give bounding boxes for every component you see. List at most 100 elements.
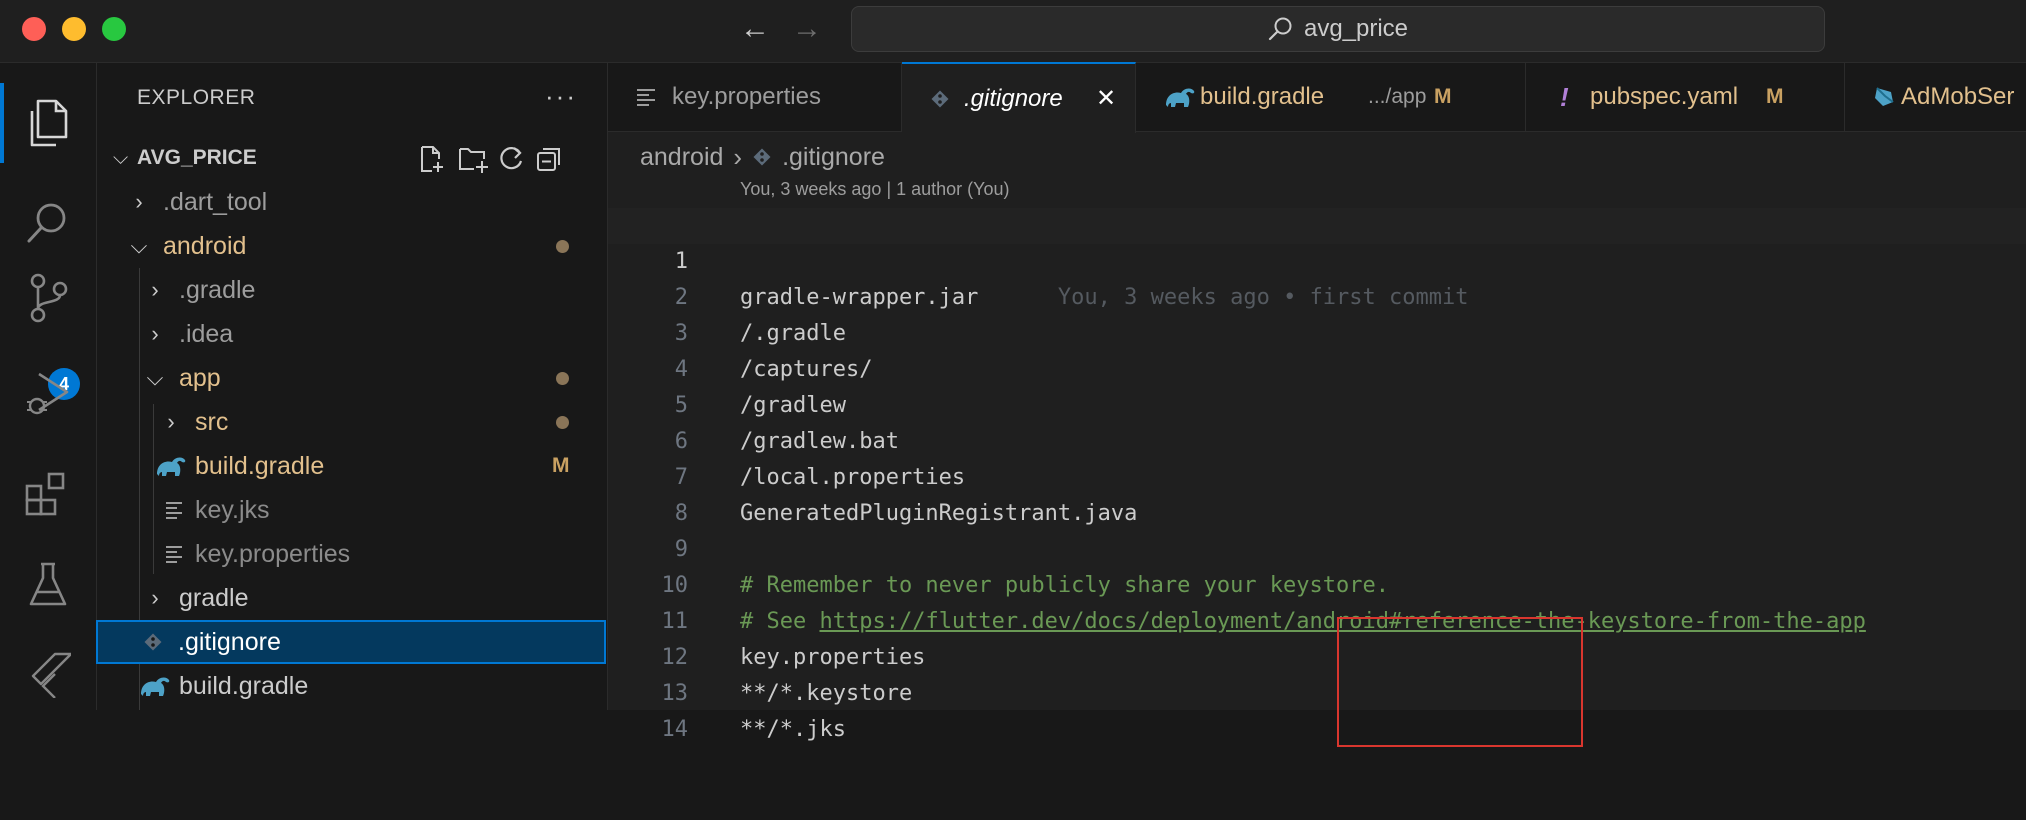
tab-admob-service[interactable]: AdMobSer — [1845, 63, 2026, 131]
search-text: avg_price — [1303, 15, 1409, 42]
tree-item-app[interactable]: ⌵ app — [97, 356, 607, 400]
code-line: 14 — [608, 676, 2026, 742]
source-control-activity[interactable] — [18, 268, 78, 328]
text-file-icon — [166, 546, 182, 563]
new-folder-button[interactable] — [457, 144, 489, 174]
chevron-right-icon: › — [733, 141, 743, 172]
code-line: 6 /local.properties — [608, 388, 2026, 490]
tree-item-label: app — [179, 363, 221, 392]
line-text: **/*.jks — [740, 717, 846, 742]
run-debug-activity[interactable] — [18, 363, 78, 423]
breadcrumb-folder[interactable]: android — [640, 143, 723, 172]
extensions-activity[interactable] — [18, 463, 78, 523]
tree-item-src[interactable]: › src — [97, 400, 607, 444]
tab-gitignore[interactable]: .gitignore ✕ — [902, 62, 1136, 133]
active-indicator — [0, 83, 4, 163]
flask-icon — [29, 562, 67, 606]
code-line: 12 **/*.keystore — [608, 604, 2026, 706]
tree-item-key-jks[interactable]: key.jks — [97, 488, 607, 532]
code-line: 2 /.gradle — [608, 244, 2026, 346]
tree-item-key-properties[interactable]: key.properties — [97, 532, 607, 576]
new-file-icon — [421, 146, 443, 172]
project-header[interactable]: ⌵ AVG_PRICE — [97, 136, 607, 180]
tree-item-android[interactable]: ⌵ android — [97, 224, 607, 268]
tree-item-label: key.jks — [195, 495, 270, 524]
explorer-more-button[interactable]: ··· — [545, 81, 577, 112]
run-debug-icon — [27, 372, 69, 415]
search-icon — [1268, 17, 1292, 41]
tree-item-idea[interactable]: › .idea — [97, 312, 607, 356]
modified-status: M — [1434, 85, 1452, 108]
code-line: 11 key.properties — [608, 568, 2026, 670]
codelens-blame[interactable]: You, 3 weeks ago | 1 author (You) — [740, 179, 1010, 200]
chevron-down-icon: ⌵ — [130, 233, 148, 258]
tree-item-label: .dart_tool — [163, 187, 268, 216]
refresh-button[interactable] — [495, 144, 527, 174]
close-window-button[interactable] — [22, 17, 46, 41]
tree-item-gradle-dir[interactable]: › .gradle — [97, 268, 607, 312]
tab-key-properties[interactable]: key.properties — [608, 63, 902, 131]
files-icon — [30, 99, 68, 147]
chevron-right-icon: › — [151, 585, 159, 610]
maximize-window-button[interactable] — [102, 17, 126, 41]
code-line: 13 **/*.jks — [608, 640, 2026, 742]
chevron-down-icon: ⌵ — [113, 146, 129, 169]
explorer-sidebar: EXPLORER ··· ⌵ AVG_PRICE › .dart_tool ⌵ … — [96, 63, 608, 710]
tab-pubspec-yaml[interactable]: ! pubspec.yaml M — [1526, 63, 1845, 131]
search-activity[interactable] — [18, 193, 78, 253]
tab-label: .gitignore — [964, 84, 1063, 112]
gradle-icon — [141, 677, 170, 696]
chevron-down-icon: ⌵ — [146, 365, 164, 390]
tree-item-label: .gradle — [179, 275, 256, 304]
gradle-icon — [1166, 88, 1195, 107]
explorer-activity[interactable] — [18, 93, 78, 153]
close-tab-button[interactable]: ✕ — [1096, 84, 1116, 113]
tab-label: build.gradle — [1200, 83, 1325, 110]
tree-item-label: gradle — [179, 583, 249, 612]
git-icon — [931, 90, 949, 107]
modified-dot — [556, 239, 569, 253]
tree-item-gitignore[interactable]: .gitignore — [96, 620, 606, 664]
extensions-icon — [25, 472, 65, 516]
tree-item-label: build.gradle — [179, 671, 309, 700]
tree-item-dart-tool[interactable]: › .dart_tool — [97, 180, 607, 224]
collapse-all-icon — [537, 148, 560, 171]
tree-item-label: build.gradle — [195, 451, 325, 480]
minimize-window-button[interactable] — [62, 17, 86, 41]
tree-item-label: src — [195, 407, 229, 436]
gradle-icon — [157, 457, 186, 476]
explorer-title: EXPLORER — [137, 86, 256, 109]
modified-dot — [556, 371, 569, 385]
git-icon — [753, 148, 771, 166]
code-line: 4 /gradlew — [608, 316, 2026, 418]
code-line: 3 /captures/ — [608, 280, 2026, 382]
code-line: 9 # Remember to never publicly share you… — [608, 496, 2026, 598]
breadcrumb-file[interactable]: .gitignore — [782, 143, 885, 172]
tab-path-hint: .../app — [1368, 85, 1427, 108]
title-bar: ← → avg_price — [0, 0, 2026, 63]
code-line: 10 # See https://flutter.dev/docs/deploy… — [608, 532, 2026, 634]
tree-item-label: android — [163, 231, 247, 260]
forward-button[interactable]: → — [792, 12, 822, 46]
back-button[interactable]: ← — [740, 12, 770, 46]
code-editor[interactable]: 1 gradle-wrapper.jar You, 3 weeks ago • … — [608, 208, 2026, 742]
testing-activity[interactable] — [18, 555, 78, 615]
breadcrumb: android › .gitignore — [640, 139, 885, 175]
flutter-activity[interactable] — [18, 643, 78, 703]
activity-bar: 4 — [0, 63, 97, 710]
editor-area: key.properties .gitignore ✕ build.gradle… — [608, 62, 2026, 747]
new-folder-icon — [459, 148, 488, 173]
tree-item-root-build-gradle[interactable]: build.gradle — [97, 664, 607, 708]
code-line: 5 /gradlew.bat — [608, 352, 2026, 454]
new-file-button[interactable] — [415, 144, 447, 174]
command-center-search[interactable]: avg_price — [851, 6, 1825, 52]
tab-app-build-gradle[interactable]: build.gradle .../app M — [1136, 63, 1526, 131]
code-line: 8 — [608, 460, 2026, 526]
tree-item-app-build-gradle[interactable]: build.gradle M — [97, 444, 607, 488]
tab-label: pubspec.yaml — [1590, 83, 1739, 110]
tab-label: key.properties — [672, 83, 821, 110]
tree-item-gradle[interactable]: › gradle — [97, 576, 607, 620]
chevron-right-icon: › — [167, 409, 175, 434]
collapse-all-button[interactable] — [533, 144, 565, 174]
refresh-icon — [500, 147, 523, 170]
